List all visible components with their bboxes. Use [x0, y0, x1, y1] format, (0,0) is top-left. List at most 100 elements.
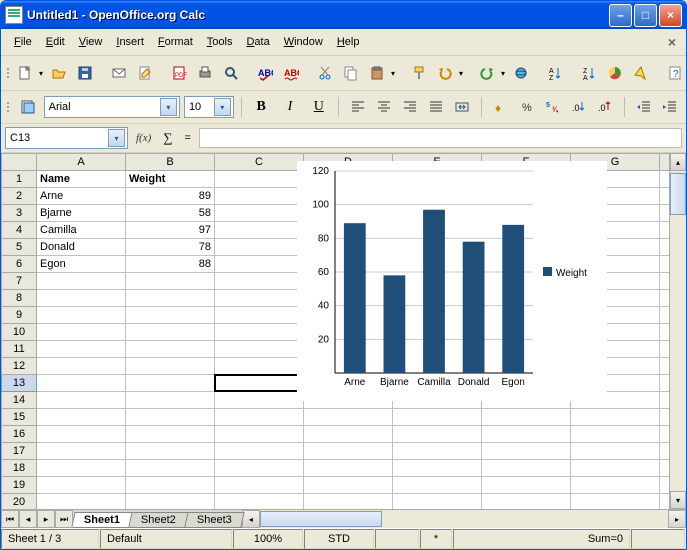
cell-H6[interactable]: [660, 256, 670, 273]
scroll-up-button[interactable]: ▴: [670, 153, 686, 171]
hscroll-thumb[interactable]: [260, 511, 382, 527]
align-right-button[interactable]: [398, 95, 422, 119]
cell-B3[interactable]: 58: [126, 205, 215, 222]
styles-button[interactable]: [17, 95, 40, 119]
cell-A15[interactable]: [37, 409, 126, 426]
last-sheet-button[interactable]: ⏭: [55, 510, 73, 528]
chart-button[interactable]: [603, 61, 627, 85]
percent-button[interactable]: %: [515, 95, 539, 119]
cell-G17[interactable]: [571, 443, 660, 460]
cell-B19[interactable]: [126, 477, 215, 494]
font-name-combo[interactable]: Arial: [44, 96, 180, 118]
cell-F19[interactable]: [482, 477, 571, 494]
cell-F16[interactable]: [482, 426, 571, 443]
name-box[interactable]: C13: [5, 127, 128, 149]
row-header-16[interactable]: 16: [2, 426, 37, 443]
cell-B9[interactable]: [126, 307, 215, 324]
cell-C13[interactable]: [215, 375, 304, 392]
cell-C19[interactable]: [215, 477, 304, 494]
cell-G18[interactable]: [571, 460, 660, 477]
align-left-button[interactable]: [346, 95, 370, 119]
cell-H1[interactable]: [660, 171, 670, 188]
cell-H17[interactable]: [660, 443, 670, 460]
cell-E17[interactable]: [393, 443, 482, 460]
cell-B17[interactable]: [126, 443, 215, 460]
italic-button[interactable]: I: [278, 95, 303, 119]
menu-tools[interactable]: Tools: [200, 34, 240, 50]
menu-view[interactable]: View: [72, 34, 110, 50]
cell-B8[interactable]: [126, 290, 215, 307]
cell-D20[interactable]: [304, 494, 393, 510]
cell-B13[interactable]: [126, 375, 215, 392]
cell-D16[interactable]: [304, 426, 393, 443]
sheet-tab-sheet3[interactable]: Sheet3: [184, 512, 244, 527]
scroll-left-button[interactable]: ◂: [242, 510, 260, 528]
cell-D17[interactable]: [304, 443, 393, 460]
cell-F20[interactable]: [482, 494, 571, 510]
print-button[interactable]: [193, 61, 217, 85]
minimize-button[interactable]: –: [609, 4, 632, 27]
cell-B6[interactable]: 88: [126, 256, 215, 273]
cell-C7[interactable]: [215, 273, 304, 290]
cell-E18[interactable]: [393, 460, 482, 477]
format-paint-button[interactable]: [407, 61, 431, 85]
cell-C9[interactable]: [215, 307, 304, 324]
maximize-button[interactable]: □: [634, 4, 657, 27]
cell-F18[interactable]: [482, 460, 571, 477]
cell-C15[interactable]: [215, 409, 304, 426]
select-all-cell[interactable]: [2, 154, 37, 171]
cell-A8[interactable]: [37, 290, 126, 307]
cell-A2[interactable]: Arne: [37, 188, 126, 205]
row-header-3[interactable]: 3: [2, 205, 37, 222]
scroll-right-button[interactable]: ▸: [668, 510, 686, 528]
close-button[interactable]: ×: [659, 4, 682, 27]
cell-C12[interactable]: [215, 358, 304, 375]
menu-file[interactable]: File: [7, 34, 39, 50]
redo-button[interactable]: [475, 61, 499, 85]
function-equals-button[interactable]: =: [181, 132, 195, 144]
cell-B12[interactable]: [126, 358, 215, 375]
edit-doc-button[interactable]: [133, 61, 157, 85]
cell-B20[interactable]: [126, 494, 215, 510]
cell-A19[interactable]: [37, 477, 126, 494]
cell-B16[interactable]: [126, 426, 215, 443]
bold-button[interactable]: B: [249, 95, 274, 119]
cell-B1[interactable]: Weight: [126, 171, 215, 188]
cell-F15[interactable]: [482, 409, 571, 426]
row-header-17[interactable]: 17: [2, 443, 37, 460]
col-header-B[interactable]: B: [126, 154, 215, 171]
status-zoom[interactable]: 100%: [233, 529, 303, 549]
link-button[interactable]: [509, 61, 533, 85]
cut-button[interactable]: [313, 61, 337, 85]
cell-A6[interactable]: Egon: [37, 256, 126, 273]
cell-A20[interactable]: [37, 494, 126, 510]
cell-A18[interactable]: [37, 460, 126, 477]
cell-A1[interactable]: Name: [37, 171, 126, 188]
cell-H7[interactable]: [660, 273, 670, 290]
cell-A9[interactable]: [37, 307, 126, 324]
menu-help[interactable]: Help: [330, 34, 367, 50]
vertical-scrollbar[interactable]: ▴ ▾: [669, 153, 686, 509]
formula-input[interactable]: [199, 128, 682, 148]
cell-C16[interactable]: [215, 426, 304, 443]
cell-H16[interactable]: [660, 426, 670, 443]
autocheck-button[interactable]: ABC: [279, 61, 303, 85]
cell-A11[interactable]: [37, 341, 126, 358]
row-header-13[interactable]: 13: [2, 375, 37, 392]
cell-A4[interactable]: Camilla: [37, 222, 126, 239]
row-header-7[interactable]: 7: [2, 273, 37, 290]
undo-dropdown[interactable]: ▾: [457, 69, 465, 78]
redo-dropdown[interactable]: ▾: [499, 69, 507, 78]
cell-B15[interactable]: [126, 409, 215, 426]
cell-A16[interactable]: [37, 426, 126, 443]
cell-A12[interactable]: [37, 358, 126, 375]
cell-H20[interactable]: [660, 494, 670, 510]
menu-window[interactable]: Window: [277, 34, 330, 50]
cell-D15[interactable]: [304, 409, 393, 426]
merge-button[interactable]: [450, 95, 474, 119]
pdf-button[interactable]: PDF: [167, 61, 191, 85]
paste-dropdown[interactable]: ▾: [389, 69, 397, 78]
vscroll-thumb[interactable]: [670, 173, 686, 215]
std-number-button[interactable]: 5¾: [541, 95, 565, 119]
cell-G16[interactable]: [571, 426, 660, 443]
